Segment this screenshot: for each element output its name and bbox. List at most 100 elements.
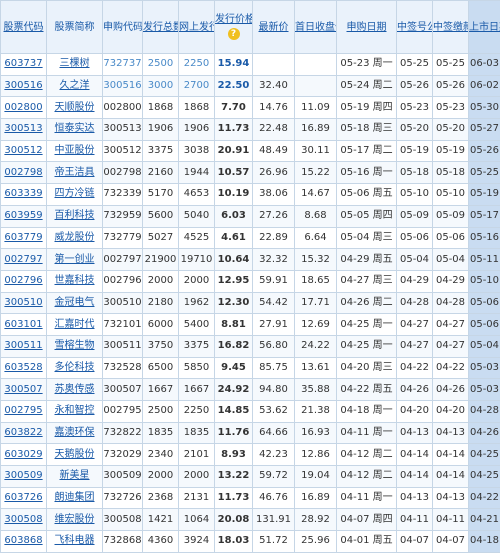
first-close-cell: 6.64 [295,227,337,249]
price-cell: 20.08 [215,509,253,531]
price-cell: 15.94 [215,54,253,76]
stock-name-link[interactable]: 朗迪集团 [55,492,95,503]
header-online[interactable]: 网上发行(万股) [179,1,215,54]
stock-code-link[interactable]: 603528 [4,362,42,373]
online-issue-cell: 1944 [179,162,215,184]
stock-name-link[interactable]: 天鹅股份 [55,449,95,460]
header-price[interactable]: 发行价格? [215,1,253,54]
stock-name-link[interactable]: 三棵树 [60,58,90,69]
stock-code-link[interactable]: 300512 [4,145,42,156]
stock-code-link[interactable]: 002800 [4,102,42,113]
issue-total-cell: 1906 [143,119,179,141]
stock-name-link[interactable]: 威龙股份 [55,232,95,243]
stock-code-link-cell: 603101 [1,314,47,336]
stock-code-link[interactable]: 300507 [4,384,42,395]
apply-code-cell: 732528 [103,357,143,379]
stock-name-link[interactable]: 恒泰实达 [55,123,95,134]
apply-date-cell: 05-04 周三 [337,227,397,249]
stock-name-link[interactable]: 维宏股份 [55,514,95,525]
first-close-cell: 12.69 [295,314,337,336]
apply-date-cell: 05-19 周四 [337,97,397,119]
stock-name-link-cell: 天顺股份 [47,97,103,119]
issue-total-cell: 5170 [143,184,179,206]
list-date-cell: 04-28 [469,401,500,423]
apply-date-cell: 04-20 周三 [337,357,397,379]
pay-date-cell: 04-27 [433,335,469,357]
stock-code-link[interactable]: 300509 [4,470,42,481]
stock-name-link[interactable]: 永和智控 [55,405,95,416]
pay-date-cell: 04-28 [433,292,469,314]
apply-code-cell: 300512 [103,140,143,162]
stock-name-link-cell: 朗迪集团 [47,487,103,509]
stock-code-link[interactable]: 603101 [4,319,42,330]
first-close-cell: 16.89 [295,487,337,509]
stock-name-link[interactable]: 中亚股份 [55,145,95,156]
stock-name-link[interactable]: 金冠电气 [55,297,95,308]
header-lottery-date[interactable]: 中签号公布日 [397,1,433,54]
stock-code-link[interactable]: 603339 [4,188,42,199]
lottery-date-cell: 05-26 [397,75,433,97]
question-icon[interactable]: ? [228,28,240,40]
latest-price-cell: 64.66 [253,422,295,444]
online-issue-cell: 19710 [179,249,215,271]
latest-price-cell: 26.96 [253,162,295,184]
stock-name-link[interactable]: 汇嘉时代 [55,319,95,330]
apply-date-cell: 05-23 周一 [337,54,397,76]
header-first-close[interactable]: 首日收盘价 [295,1,337,54]
header-list-date[interactable]: 上市日期 [469,1,500,54]
stock-name-link[interactable]: 雪榕生物 [55,340,95,351]
header-latest[interactable]: 最新价 [253,1,295,54]
header-pay-date[interactable]: 中签缴款日期 [433,1,469,54]
latest-price-cell: 85.75 [253,357,295,379]
header-issue-total[interactable]: 发行总数(万股) [143,1,179,54]
header-apply-date[interactable]: 申购日期 [337,1,397,54]
stock-code-link[interactable]: 002795 [4,405,42,416]
stock-name-link-cell: 久之洋 [47,75,103,97]
stock-name-link[interactable]: 嘉澳环保 [55,427,95,438]
stock-code-link[interactable]: 300511 [4,340,42,351]
issue-total-cell: 1868 [143,97,179,119]
first-close-cell: 25.96 [295,531,337,553]
stock-name-link[interactable]: 多伦科技 [55,362,95,373]
price-cell: 12.30 [215,292,253,314]
stock-code-link[interactable]: 603737 [4,58,42,69]
stock-name-link[interactable]: 帝王洁具 [55,167,95,178]
stock-code-link[interactable]: 603822 [4,427,42,438]
stock-code-link[interactable]: 002796 [4,275,42,286]
price-cell: 11.73 [215,119,253,141]
stock-name-link[interactable]: 第一创业 [55,254,95,265]
stock-name-link[interactable]: 世嘉科技 [55,275,95,286]
stock-name-link[interactable]: 天顺股份 [55,102,95,113]
lottery-date-cell: 04-27 [397,335,433,357]
header-code[interactable]: 股票代码 [1,1,47,54]
lottery-date-cell: 05-20 [397,119,433,141]
stock-name-link[interactable]: 久之洋 [60,80,90,91]
stock-code-link[interactable]: 300513 [4,123,42,134]
stock-name-link[interactable]: 新美星 [60,470,90,481]
online-issue-cell: 1064 [179,509,215,531]
stock-name-link[interactable]: 四方冷链 [55,188,95,199]
stock-code-link[interactable]: 603726 [4,492,42,503]
stock-code-link[interactable]: 603868 [4,535,42,546]
stock-name-link[interactable]: 苏奥传感 [55,384,95,395]
stock-name-link[interactable]: 飞科电器 [55,535,95,546]
stock-code-link[interactable]: 300510 [4,297,42,308]
pay-date-cell: 05-10 [433,184,469,206]
table-row: 002796世嘉科技0027962000200012.9559.9118.650… [1,270,500,292]
stock-code-link[interactable]: 603029 [4,449,42,460]
apply-code-cell: 002797 [103,249,143,271]
issue-total-cell: 5027 [143,227,179,249]
stock-code-link-cell: 300508 [1,509,47,531]
stock-code-link[interactable]: 603959 [4,210,42,221]
table-row: 300507苏奥传感3005071667166724.9294.8035.880… [1,379,500,401]
stock-code-link[interactable]: 603779 [4,232,42,243]
stock-name-link[interactable]: 百利科技 [55,210,95,221]
stock-code-link[interactable]: 002797 [4,254,42,265]
stock-code-link[interactable]: 002798 [4,167,42,178]
issue-total-cell: 2000 [143,270,179,292]
stock-code-link[interactable]: 300516 [4,80,42,91]
stock-name-link-cell: 四方冷链 [47,184,103,206]
price-cell: 24.92 [215,379,253,401]
stock-code-link[interactable]: 300508 [4,514,42,525]
latest-price-cell: 54.42 [253,292,295,314]
